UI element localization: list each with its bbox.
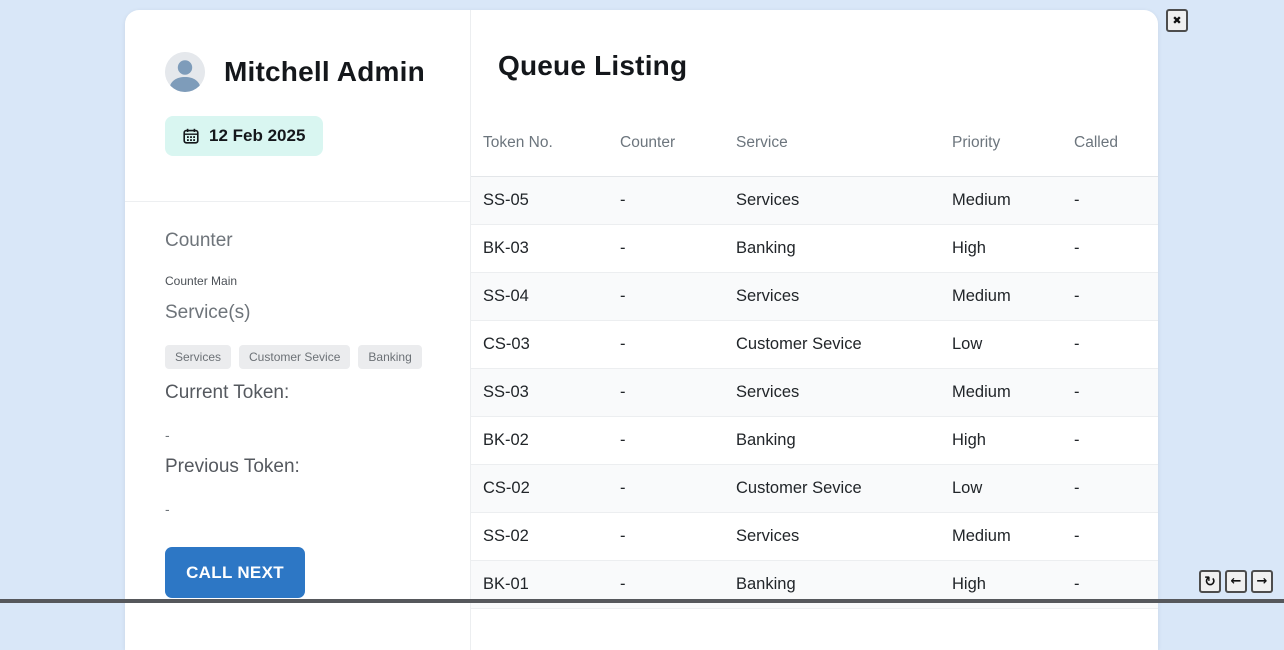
date-text: 12 Feb 2025	[209, 126, 305, 146]
cell-token: BK-03	[471, 225, 608, 273]
service-tags: Services Customer Sevice Banking	[165, 345, 440, 369]
cell-counter: -	[608, 369, 724, 417]
cell-counter: -	[608, 177, 724, 225]
current-token-label: Current Token:	[165, 382, 440, 404]
close-icon: ✖	[1172, 14, 1181, 27]
cell-priority: Medium	[940, 369, 1062, 417]
cell-counter: -	[608, 321, 724, 369]
cell-service: Services	[724, 369, 940, 417]
cell-called: -	[1062, 417, 1158, 465]
cell-priority: Medium	[940, 513, 1062, 561]
services-heading: Service(s)	[165, 302, 440, 324]
cell-called: -	[1062, 513, 1158, 561]
cell-token: CS-03	[471, 321, 608, 369]
previous-token-label: Previous Token:	[165, 456, 440, 478]
cell-token: SS-05	[471, 177, 608, 225]
service-tag: Customer Sevice	[239, 345, 350, 369]
table-row: SS-02 - Services Medium -	[471, 513, 1158, 561]
cell-called: -	[1062, 273, 1158, 321]
cell-service: Customer Sevice	[724, 321, 940, 369]
col-header-token: Token No.	[471, 101, 608, 177]
cell-counter: -	[608, 273, 724, 321]
avatar	[165, 52, 205, 92]
cell-counter: -	[608, 225, 724, 273]
back-button[interactable]: ←	[1225, 570, 1247, 593]
cell-called: -	[1062, 369, 1158, 417]
main-card: Mitchell Admin 12 Feb 2025	[125, 10, 1158, 650]
cell-priority: Medium	[940, 177, 1062, 225]
cell-token: SS-03	[471, 369, 608, 417]
table-row: SS-03 - Services Medium -	[471, 369, 1158, 417]
counter-heading: Counter	[165, 230, 440, 252]
date-badge[interactable]: 12 Feb 2025	[165, 116, 323, 156]
refresh-button[interactable]: ↻	[1199, 570, 1221, 593]
close-button[interactable]: ✖	[1166, 9, 1188, 32]
table-row: CS-02 - Customer Sevice Low -	[471, 465, 1158, 513]
cell-token: BK-02	[471, 417, 608, 465]
queue-panel: Queue Listing Token No. Counter Service …	[470, 10, 1158, 650]
table-header-row: Token No. Counter Service Priority Calle…	[471, 101, 1158, 177]
forward-button[interactable]: →	[1251, 570, 1273, 593]
cell-token: CS-02	[471, 465, 608, 513]
bottom-window-edge	[0, 599, 1284, 603]
refresh-icon: ↻	[1204, 574, 1216, 590]
cell-priority: Medium	[940, 273, 1062, 321]
col-header-counter: Counter	[608, 101, 724, 177]
user-name: Mitchell Admin	[224, 56, 425, 88]
counter-panel: Mitchell Admin 12 Feb 2025	[125, 10, 470, 650]
col-header-service: Service	[724, 101, 940, 177]
cell-counter: -	[608, 465, 724, 513]
cell-counter: -	[608, 417, 724, 465]
cell-service: Services	[724, 177, 940, 225]
cell-token: SS-02	[471, 513, 608, 561]
call-next-button[interactable]: CALL NEXT	[165, 547, 305, 598]
queue-title: Queue Listing	[498, 50, 1158, 82]
cell-called: -	[1062, 465, 1158, 513]
user-silhouette-icon	[165, 52, 205, 92]
cell-priority: High	[940, 225, 1062, 273]
panel-divider	[125, 201, 470, 202]
previous-token-value: -	[165, 501, 440, 517]
col-header-priority: Priority	[940, 101, 1062, 177]
table-row: BK-02 - Banking High -	[471, 417, 1158, 465]
cell-counter: -	[608, 513, 724, 561]
cell-called: -	[1062, 225, 1158, 273]
back-arrow-icon: ←	[1231, 574, 1242, 589]
calendar-icon	[183, 128, 199, 144]
forward-arrow-icon: →	[1257, 574, 1268, 589]
counter-name: Counter Main	[165, 274, 440, 288]
table-row: SS-04 - Services Medium -	[471, 273, 1158, 321]
cell-service: Customer Sevice	[724, 465, 940, 513]
table-row: SS-05 - Services Medium -	[471, 177, 1158, 225]
profile-row: Mitchell Admin	[165, 52, 440, 92]
service-tag: Banking	[358, 345, 421, 369]
cell-priority: High	[940, 417, 1062, 465]
cell-service: Banking	[724, 225, 940, 273]
table-row: CS-03 - Customer Sevice Low -	[471, 321, 1158, 369]
cell-service: Services	[724, 513, 940, 561]
col-header-called: Called	[1062, 101, 1158, 177]
cell-service: Banking	[724, 417, 940, 465]
cell-called: -	[1062, 177, 1158, 225]
cell-called: -	[1062, 321, 1158, 369]
cell-priority: Low	[940, 465, 1062, 513]
cell-service: Services	[724, 273, 940, 321]
cell-priority: Low	[940, 321, 1062, 369]
cell-token: SS-04	[471, 273, 608, 321]
service-tag: Services	[165, 345, 231, 369]
current-token-value: -	[165, 427, 440, 443]
queue-table: Token No. Counter Service Priority Calle…	[471, 101, 1158, 609]
table-row: BK-03 - Banking High -	[471, 225, 1158, 273]
